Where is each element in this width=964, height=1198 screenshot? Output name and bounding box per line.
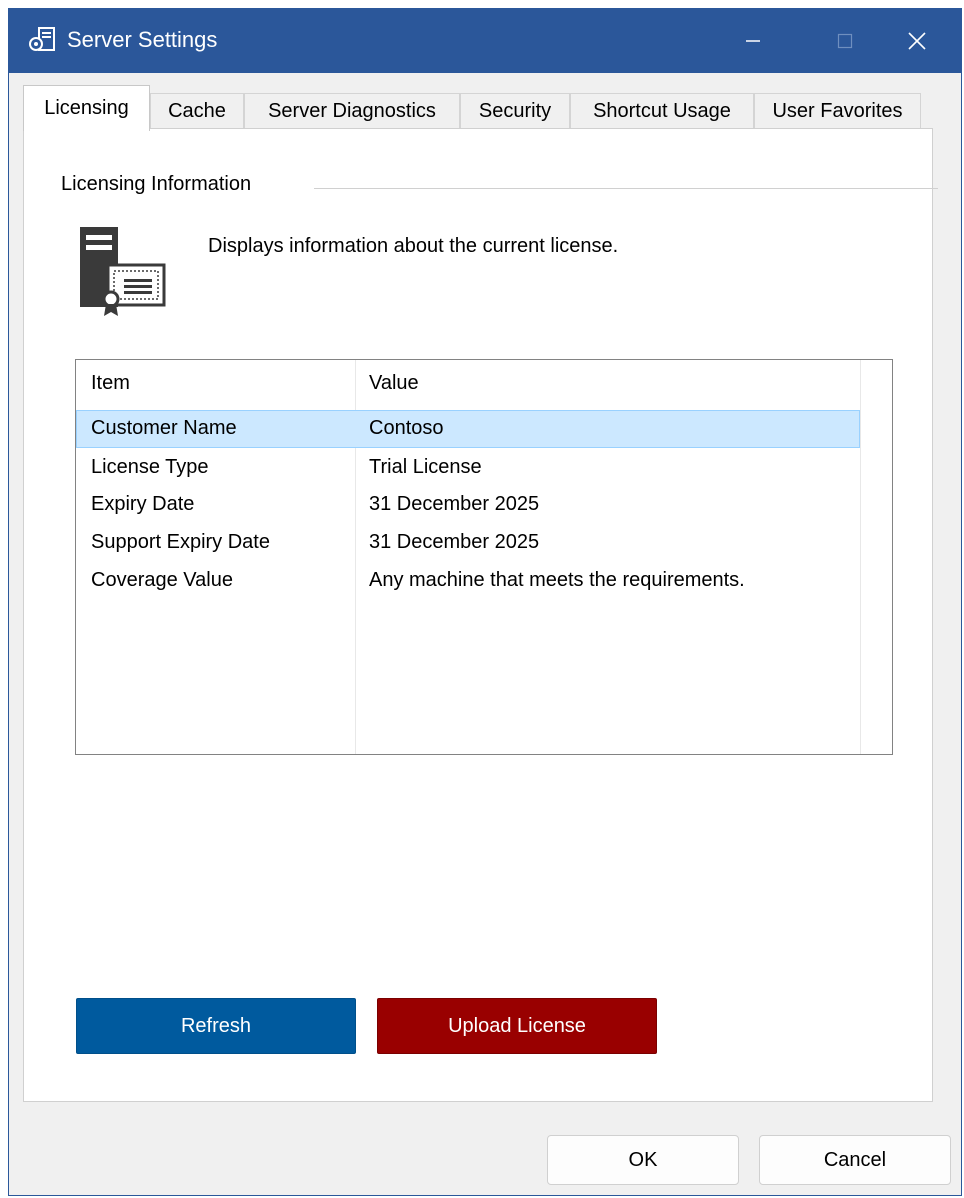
- table-header: Item Value: [76, 360, 892, 406]
- upload-license-button[interactable]: Upload License: [377, 998, 657, 1054]
- row-item: Customer Name: [91, 417, 237, 439]
- close-icon: [908, 32, 926, 50]
- row-value: Any machine that meets the requirements.: [369, 569, 745, 591]
- table-row[interactable]: Support Expiry Date 31 December 2025: [76, 525, 860, 563]
- tab-licensing[interactable]: Licensing: [23, 85, 150, 131]
- row-item: Coverage Value: [91, 569, 233, 591]
- license-info-table[interactable]: Item Value Customer Name Contoso License…: [75, 359, 893, 755]
- group-divider: [314, 188, 938, 189]
- tab-security[interactable]: Security: [460, 93, 570, 129]
- licensing-description: Displays information about the current l…: [208, 235, 619, 257]
- table-row[interactable]: License Type Trial License: [76, 450, 860, 488]
- licensing-panel: Licensing Information Displays informati…: [23, 128, 938, 1102]
- table-row[interactable]: Expiry Date 31 December 2025: [76, 487, 860, 525]
- row-item: Support Expiry Date: [91, 531, 270, 553]
- row-item: License Type: [91, 456, 209, 478]
- tab-user-favorites[interactable]: User Favorites: [754, 93, 921, 129]
- minimize-icon: [746, 40, 760, 42]
- tab-server-diagnostics[interactable]: Server Diagnostics: [244, 93, 460, 129]
- server-settings-window: Server Settings Licensing Cache Server D…: [8, 8, 962, 1196]
- column-header-value[interactable]: Value: [369, 372, 419, 395]
- column-divider-end: [860, 360, 861, 754]
- row-value: Contoso: [369, 417, 444, 439]
- tab-strip: Licensing Cache Server Diagnostics Secur…: [23, 85, 923, 131]
- row-value: 31 December 2025: [369, 493, 540, 515]
- row-item: Expiry Date: [91, 493, 195, 515]
- tab-shortcut-usage[interactable]: Shortcut Usage: [570, 93, 754, 129]
- table-row[interactable]: Coverage Value Any machine that meets th…: [76, 563, 860, 601]
- maximize-icon: [837, 33, 853, 49]
- table-row[interactable]: Customer Name Contoso: [76, 410, 860, 448]
- title-bar[interactable]: Server Settings: [9, 9, 961, 73]
- cancel-button[interactable]: Cancel: [759, 1135, 951, 1185]
- window-title: Server Settings: [67, 27, 218, 52]
- row-value: Trial License: [369, 456, 482, 478]
- column-header-item[interactable]: Item: [91, 372, 130, 395]
- refresh-button[interactable]: Refresh: [76, 998, 356, 1054]
- license-certificate-icon: [80, 227, 166, 316]
- server-settings-icon: [29, 27, 55, 51]
- licensing-information-label: Licensing Information: [61, 173, 262, 196]
- row-value: 31 December 2025: [369, 531, 540, 553]
- close-button[interactable]: [871, 9, 961, 73]
- tab-cache[interactable]: Cache: [150, 93, 244, 129]
- minimize-button[interactable]: [707, 9, 799, 73]
- ok-button[interactable]: OK: [547, 1135, 739, 1185]
